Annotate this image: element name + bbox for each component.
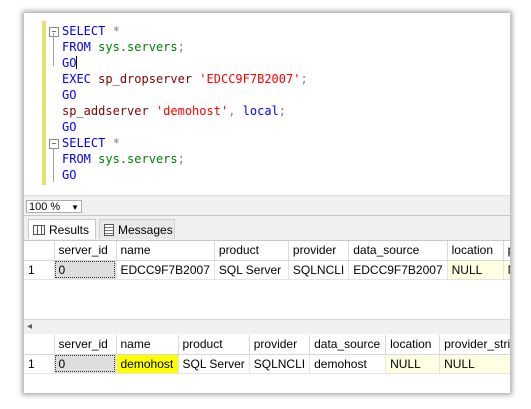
messages-icon	[104, 224, 114, 236]
code-line[interactable]: FROM sys.servers;	[62, 39, 308, 55]
table-cell[interactable]: EDCC9F7B2007	[348, 260, 448, 280]
collapse-icon[interactable]: −	[49, 139, 59, 149]
column-header[interactable]: provider	[288, 241, 350, 261]
results-tabs: Results Messages	[24, 216, 510, 241]
code-token: local	[242, 104, 279, 118]
code-token: SELECT	[62, 136, 106, 150]
table-row[interactable]: 1 0 demohost SQL Server SQLNCLI demohost NULL N…	[24, 354, 510, 374]
tab-messages-label: Messages	[118, 223, 173, 237]
tab-messages[interactable]: Messages	[99, 219, 175, 239]
code-token: ,	[228, 104, 243, 118]
column-header[interactable]: server_id	[54, 241, 117, 261]
table-cell[interactable]: SQLNCLI	[288, 260, 350, 280]
code-token: *	[112, 136, 120, 150]
column-header[interactable]: product	[214, 241, 289, 261]
change-tracking-bar	[42, 21, 46, 185]
code-token: ;	[300, 72, 308, 86]
column-header[interactable]: provider	[249, 335, 311, 355]
zoom-value: 100 %	[29, 201, 61, 213]
code-token: sp_addserver	[62, 104, 149, 118]
header-row: server_id name product provider data_source l…	[24, 241, 510, 261]
table-cell[interactable]: NULL	[439, 354, 510, 374]
code-line[interactable]: EXEC sp_dropserver 'EDCC9F7B2007';	[62, 71, 308, 87]
code-token: FROM	[62, 152, 91, 166]
code-token: GO	[62, 120, 77, 134]
code-line[interactable]: SELECT *	[62, 135, 308, 151]
table-cell[interactable]: NULL	[385, 354, 441, 374]
scroll-left-icon[interactable]: ◂	[27, 320, 32, 334]
column-header[interactable]: data_source	[348, 241, 448, 261]
column-header[interactable]: provider_strin	[439, 335, 510, 355]
header-row: server_id name product provider data_source l…	[24, 335, 510, 355]
column-header[interactable]: location	[385, 335, 441, 355]
text-caret	[76, 56, 78, 69]
row-number[interactable]: 1	[24, 260, 55, 280]
code-token: 'demohost'	[155, 104, 229, 118]
code-token: sys.servers	[98, 40, 178, 54]
zoom-dropdown[interactable]: 100 % ▼	[26, 200, 82, 213]
code-token: GO	[62, 56, 77, 70]
code-token: GO	[62, 168, 77, 182]
code-line[interactable]: GO	[62, 55, 308, 71]
table-cell[interactable]: EDCC9F7B2007	[116, 260, 215, 280]
table-cell[interactable]: 0	[54, 260, 117, 280]
table-cell[interactable]: SQL Server	[178, 354, 250, 374]
query-editor[interactable]: − − SELECT * FROM sys.servers; GO EXEC sp_d…	[24, 13, 510, 195]
table-cell[interactable]: demohost	[116, 354, 179, 374]
fold-guide	[53, 33, 54, 66]
horizontal-scrollbar[interactable]	[84, 202, 510, 212]
column-header[interactable]	[24, 241, 55, 261]
column-header[interactable]: data_source	[309, 335, 387, 355]
code-line[interactable]: sp_addserver 'demohost', local;	[62, 103, 308, 119]
sql-code[interactable]: SELECT * FROM sys.servers; GO EXEC sp_drops…	[62, 23, 308, 183]
code-token: FROM	[62, 40, 91, 54]
code-token: sp_dropserver	[98, 72, 193, 86]
code-token: EXEC	[62, 72, 91, 86]
grid-scrollbar[interactable]: ◂	[24, 319, 510, 334]
code-token: SELECT	[62, 24, 106, 38]
zoom-bar: 100 % ▼	[24, 199, 510, 216]
tab-results-label: Results	[49, 223, 90, 237]
tab-results[interactable]: Results	[28, 219, 96, 239]
results-table: server_id name product provider data_source l…	[24, 335, 510, 374]
column-header[interactable]: server_id	[54, 335, 117, 355]
table-cell[interactable]: NU	[503, 260, 510, 280]
code-line[interactable]: FROM sys.servers;	[62, 151, 308, 167]
code-token: sys.servers	[98, 152, 178, 166]
code-token: ;	[177, 40, 185, 54]
results-grid-2[interactable]: server_id name product provider data_source l…	[24, 335, 510, 393]
chevron-down-icon: ▼	[71, 203, 79, 212]
code-token: *	[112, 24, 120, 38]
fold-guide	[53, 149, 54, 182]
grid-icon	[33, 225, 45, 235]
table-cell[interactable]: NULL	[447, 260, 504, 280]
column-header[interactable]: name	[116, 335, 179, 355]
code-token: ;	[278, 104, 286, 118]
column-header[interactable]: location	[447, 241, 504, 261]
table-cell[interactable]: SQLNCLI	[249, 354, 311, 374]
row-number[interactable]: 1	[24, 354, 55, 374]
code-line[interactable]: SELECT *	[62, 23, 308, 39]
collapse-icon[interactable]: −	[49, 27, 59, 37]
code-token: ;	[177, 152, 185, 166]
code-token: 'EDCC9F7B2007'	[199, 72, 301, 86]
code-token: GO	[62, 88, 77, 102]
table-cell[interactable]: demohost	[309, 354, 387, 374]
column-header[interactable]	[24, 335, 55, 355]
table-cell[interactable]: SQL Server	[214, 260, 289, 280]
results-table: server_id name product provider data_source l…	[24, 241, 510, 280]
ssms-window: − − SELECT * FROM sys.servers; GO EXEC sp_d…	[24, 13, 510, 393]
code-line[interactable]: GO	[62, 119, 308, 135]
table-cell[interactable]: 0	[54, 354, 117, 374]
table-row[interactable]: 1 0 EDCC9F7B2007 SQL Server SQLNCLI EDCC9F7B2…	[24, 260, 510, 280]
column-header[interactable]: pro	[503, 241, 510, 261]
code-line[interactable]: GO	[62, 87, 308, 103]
column-header[interactable]: name	[116, 241, 215, 261]
code-line[interactable]: GO	[62, 167, 308, 183]
column-header[interactable]: product	[178, 335, 250, 355]
